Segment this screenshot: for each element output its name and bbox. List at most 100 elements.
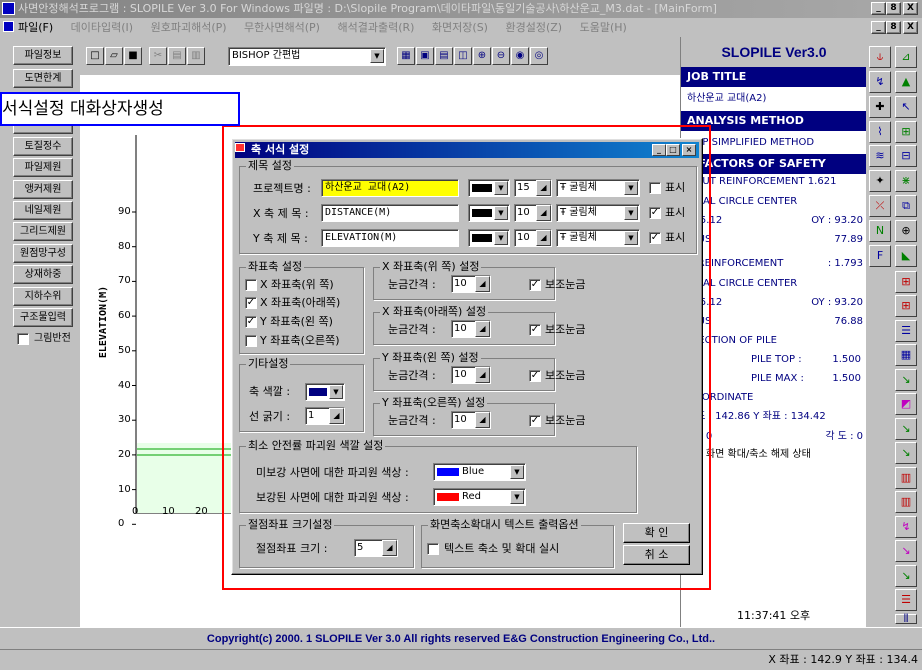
zoom-out-icon[interactable]: ⊖ bbox=[492, 47, 510, 65]
tool-icon-7[interactable]: ↘ bbox=[895, 418, 917, 440]
ok-button[interactable]: 확 인 bbox=[623, 523, 690, 543]
anchor-spec-button[interactable]: 앵커제원 bbox=[13, 180, 73, 199]
zoom-in-icon[interactable]: ⊕ bbox=[473, 47, 491, 65]
open-folder-icon[interactable]: ▱ bbox=[105, 47, 123, 65]
zoom-reset-icon[interactable]: ◎ bbox=[530, 47, 548, 65]
menu-save-screen[interactable]: 화면저장(S) bbox=[432, 21, 488, 34]
pile-spec-button[interactable]: 파일제원 bbox=[13, 158, 73, 177]
menu-circular-failure[interactable]: 원호파괴해석(P) bbox=[151, 21, 227, 34]
structure-input-button[interactable]: 구조물입력 bbox=[13, 308, 73, 327]
n-icon[interactable]: N bbox=[869, 220, 891, 242]
surcharge-button[interactable]: 상재하중 bbox=[13, 265, 73, 284]
tool-icon-10[interactable]: ▥ bbox=[895, 491, 917, 513]
center-mesh-button[interactable]: 원점망구성 bbox=[13, 244, 73, 263]
minimize-button[interactable]: _ bbox=[871, 2, 886, 15]
menu-infinite-slope[interactable]: 무한사면해석(P) bbox=[244, 21, 320, 34]
maximize-button[interactable]: 8 bbox=[886, 2, 901, 15]
y-left-axis-checkbox[interactable]: ✓ bbox=[245, 316, 257, 328]
y-font-select[interactable]: Ŧ 굴림체 ▼ bbox=[556, 229, 640, 247]
x-top-interval-spin[interactable]: 10 ◢ bbox=[451, 275, 491, 293]
cancel-button[interactable]: 취 소 bbox=[623, 545, 690, 565]
copy-result-icon[interactable]: ⧉ bbox=[895, 195, 917, 217]
layout-icon[interactable]: ▣ bbox=[416, 47, 434, 65]
tool-icon-14[interactable]: ☰ bbox=[895, 589, 917, 611]
tool-icon-6[interactable]: ◩ bbox=[895, 393, 917, 415]
title-font-select[interactable]: Ŧ 굴림체 ▼ bbox=[556, 179, 640, 197]
paste-icon[interactable]: ▥ bbox=[187, 47, 205, 65]
nail-spec-button[interactable]: 네일제원 bbox=[13, 201, 73, 220]
chart-icon[interactable]: ▦ bbox=[397, 47, 415, 65]
drawing-limit-button[interactable]: 도면한계 bbox=[13, 69, 73, 88]
nail-icon[interactable]: ✚ bbox=[869, 96, 891, 118]
node-size-spin[interactable]: 5 ◢ bbox=[354, 539, 398, 557]
tool-icon-2[interactable]: ⊞ bbox=[895, 295, 917, 317]
slope-icon[interactable]: ⊿ bbox=[895, 46, 917, 68]
line-icon[interactable]: ⌇ bbox=[869, 121, 891, 143]
x-top-axis-checkbox[interactable] bbox=[245, 279, 257, 291]
table-icon[interactable]: ▤ bbox=[435, 47, 453, 65]
tool-icon-3[interactable]: ☰ bbox=[895, 320, 917, 342]
f-icon[interactable]: F bbox=[869, 245, 891, 267]
groundwater-button[interactable]: 지하수위 bbox=[13, 287, 73, 306]
grid-spec-button[interactable]: 그리드제원 bbox=[13, 222, 73, 241]
x-title-input[interactable]: DISTANCE(M) bbox=[321, 204, 459, 222]
app-icon[interactable] bbox=[2, 2, 15, 15]
tool-icon-13[interactable]: ↘ bbox=[895, 565, 917, 587]
show-title-checkbox[interactable] bbox=[649, 182, 661, 194]
new-file-icon[interactable]: □ bbox=[86, 47, 104, 65]
menu-result-output[interactable]: 해석결과출력(R) bbox=[337, 21, 414, 34]
failure-icon[interactable]: ⤫ bbox=[869, 195, 891, 217]
layer-icon[interactable]: ⊞ bbox=[895, 121, 917, 143]
window-icon[interactable]: ◫ bbox=[454, 47, 472, 65]
x-bottom-axis-checkbox[interactable]: ✓ bbox=[245, 297, 257, 309]
y-right-axis-checkbox[interactable] bbox=[245, 335, 257, 347]
tool-icon-4[interactable]: ▦ bbox=[895, 344, 917, 366]
plus-icon[interactable]: ⊕ bbox=[895, 220, 917, 242]
pile-icon[interactable]: ⫝ bbox=[869, 46, 891, 68]
dialog-close-button[interactable]: × bbox=[682, 144, 696, 156]
y-right-interval-spin[interactable]: 10 ◢ bbox=[451, 411, 491, 429]
y-title-input[interactable]: ELEVATION(M) bbox=[321, 229, 459, 247]
close-button[interactable]: X bbox=[903, 2, 918, 15]
dialog-maximize-button[interactable]: □ bbox=[666, 144, 680, 156]
zoom-text-checkbox[interactable] bbox=[427, 543, 439, 555]
center-icon[interactable]: ✦ bbox=[869, 170, 891, 192]
tool-icon-15[interactable]: ⫴ bbox=[895, 613, 917, 624]
x-font-select[interactable]: Ŧ 굴림체 ▼ bbox=[556, 204, 640, 222]
tool-icon-1[interactable]: ⊞ bbox=[895, 271, 917, 293]
menu-help[interactable]: 도움말(H) bbox=[580, 21, 627, 34]
spring-icon[interactable]: ≋ bbox=[869, 145, 891, 167]
unreinforced-color-select[interactable]: Blue ▼ bbox=[433, 463, 526, 481]
x-color-select[interactable]: ▼ bbox=[468, 204, 510, 222]
anchor-icon[interactable]: ↯ bbox=[869, 71, 891, 93]
line-width-spin[interactable]: 1 ◢ bbox=[305, 407, 345, 425]
grid-icon[interactable]: ⊟ bbox=[895, 145, 917, 167]
file-info-button[interactable]: 파일정보 bbox=[13, 46, 73, 65]
y-right-minor-checkbox[interactable]: ✓ bbox=[529, 415, 541, 427]
tool-icon-8[interactable]: ↘ bbox=[895, 442, 917, 464]
x-bottom-interval-spin[interactable]: 10 ◢ bbox=[451, 320, 491, 338]
boundary-icon[interactable]: ◣ bbox=[895, 245, 917, 267]
mdi-minimize-button[interactable]: _ bbox=[871, 21, 886, 34]
y-size-spin[interactable]: 10 ◢ bbox=[514, 229, 552, 247]
y-left-interval-spin[interactable]: 10 ◢ bbox=[451, 366, 491, 384]
menu-settings[interactable]: 환경설정(Z) bbox=[505, 21, 562, 34]
tool-icon-12[interactable]: ↘ bbox=[895, 540, 917, 562]
title-color-select[interactable]: ▼ bbox=[468, 179, 510, 197]
pointer-icon[interactable]: ↖ bbox=[895, 96, 917, 118]
tool-icon-11[interactable]: ↯ bbox=[895, 516, 917, 538]
tool-icon-5[interactable]: ↘ bbox=[895, 369, 917, 391]
dialog-title[interactable]: 축 서식 설정 bbox=[235, 142, 699, 158]
soil-param-button[interactable]: 토질정수 bbox=[13, 137, 73, 156]
flip-checkbox[interactable] bbox=[17, 333, 29, 345]
cut-icon[interactable]: ✂ bbox=[149, 47, 167, 65]
reinforced-color-select[interactable]: Red ▼ bbox=[433, 488, 526, 506]
y-left-minor-checkbox[interactable]: ✓ bbox=[529, 370, 541, 382]
mdi-icon[interactable] bbox=[3, 21, 14, 32]
tool-icon-9[interactable]: ▥ bbox=[895, 467, 917, 489]
method-select[interactable]: BISHOP 간편법 ▼ bbox=[228, 47, 386, 66]
mdi-close-button[interactable]: X bbox=[903, 21, 918, 34]
menu-data-input[interactable]: 데이타입력(I) bbox=[71, 21, 133, 34]
x-bottom-minor-checkbox[interactable]: ✓ bbox=[529, 324, 541, 336]
show-x-checkbox[interactable]: ✓ bbox=[649, 207, 661, 219]
